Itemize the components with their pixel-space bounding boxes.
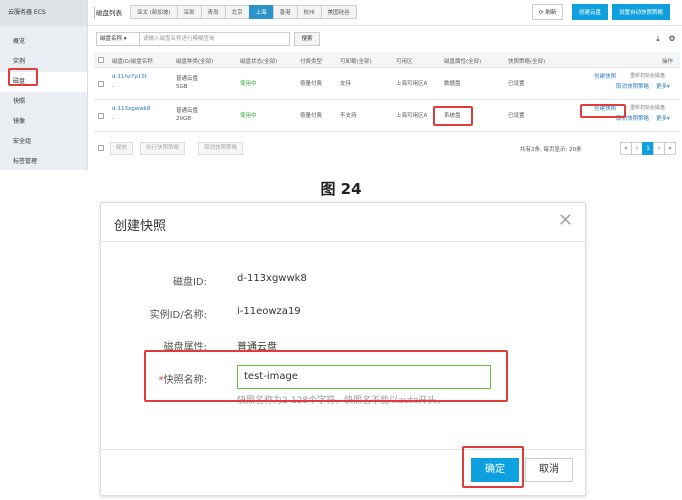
region-tabs: 亚太 (新加坡) 深圳 青岛 北京 上海 香港 杭州 美国硅谷 [130,5,357,19]
run-snapshot-policy-button[interactable]: 执行快照策略 [140,142,186,155]
search-button[interactable]: 搜索 [294,32,320,46]
cancel-button[interactable]: 取消 [525,458,573,482]
more-menu[interactable]: 更多▾ [656,114,670,122]
sidebar-item-security-groups[interactable]: 安全组 [0,132,87,152]
instance-id-value: i-11eowza19 [237,306,301,317]
table-header: 磁盘ID/磁盘名称 磁盘种类(全部) 磁盘状态(全部) 付费类型 可卸载(全部)… [94,52,680,68]
cancel-policy-link[interactable]: 取消快照策略 [616,82,649,90]
disk-size: 5GB [176,84,188,90]
detachable: 不支持 [340,113,357,119]
highlight-disks [8,68,38,86]
detachable: 支持 [340,81,352,87]
search-field-select[interactable]: 磁盘名称 ▾ [96,32,140,46]
more-menu[interactable]: 更多▾ [656,82,670,90]
figure-caption: 图 24 [320,180,362,198]
download-icon[interactable]: ⤓ [652,33,664,45]
create-snapshot-link[interactable]: 创建快照 [594,72,616,80]
create-disk-button[interactable]: 创建云盘 [572,4,609,20]
divider [94,7,95,19]
sidebar-item-snapshots[interactable]: 快照 [0,92,87,112]
table-footer: 释放 执行快照策略 取消快照策略 共有2条, 每页显示: 20条 « ‹ 1 ›… [94,140,680,158]
snapshot-policy: 已设置 [508,81,525,87]
tab-region[interactable]: 美国硅谷 [320,5,357,19]
disk-table: 磁盘ID/磁盘名称 磁盘种类(全部) 磁盘状态(全部) 付费类型 可卸载(全部)… [94,52,680,132]
disk-attribute: 数据盘 [444,81,461,87]
col-header: 付费类型 [300,59,323,65]
dialog-title: 创建快照 [114,219,167,234]
disk-id-link[interactable]: d-113xgwwk8 [112,106,150,112]
cancel-snapshot-policy-button[interactable]: 取消快照策略 [198,142,244,155]
topbar: 磁盘列表 亚太 (新加坡) 深圳 青岛 北京 上海 香港 杭州 美国硅谷 ⟳ 刷… [88,0,682,26]
billing-type: 按量付费 [300,113,323,119]
col-header[interactable]: 磁盘状态(全部) [240,57,277,65]
release-button[interactable]: 释放 [110,142,134,155]
pagination-summary: 共有2条, 每页显示: 20条 [520,147,582,153]
tab-region[interactable]: 北京 [224,5,250,19]
snapshot-policy: 已设置 [508,113,525,119]
disk-kind: 普通云盘 [176,76,199,82]
col-header[interactable]: 可卸载(全部) [340,57,372,65]
console-screenshot: 云服务器 ECS 概览 实例 磁盘 快照 镜像 安全组 标签管理 磁盘列表 亚太… [0,0,682,170]
auto-snapshot-policy-button[interactable]: 设置自动快照策略 [612,4,671,20]
table-row: d-11hz7p15t - 普通云盘 5GB 使用中 按量付费 支持 上海可用区… [94,68,680,100]
tab-region[interactable]: 青岛 [200,5,226,19]
tab-region[interactable]: 深圳 [176,5,202,19]
status-badge: 使用中 [240,113,257,119]
instance-id-label: 实例ID/名称: [149,310,207,321]
col-header[interactable]: 磁盘种类(全部) [176,57,213,65]
zone: 上海可用区A [396,81,428,87]
highlight-confirm-button [462,446,524,488]
highlight-create-snapshot [580,104,626,118]
search-bar: 磁盘名称 ▾ 请输入磁盘名称进行模糊查询 搜索 ⤓ ⚙ [88,30,682,50]
col-header[interactable]: 快照策略(全部) [508,57,545,65]
tab-region[interactable]: 亚太 (新加坡) [130,5,178,19]
tab-region-active[interactable]: 上海 [248,5,274,19]
status-badge: 使用中 [240,81,257,87]
zone: 上海可用区A [396,113,428,119]
disk-id-link[interactable]: d-11hz7p15t [112,74,147,80]
sidebar-title: 云服务器 ECS [0,0,87,26]
row-checkbox[interactable] [98,113,104,119]
chevron-down-icon: ▾ [123,36,127,42]
highlight-snapshot-name [144,350,508,402]
disk-size: 20GB [176,116,192,122]
close-icon[interactable]: ✕ [558,211,573,231]
gear-icon[interactable]: ⚙ [666,33,678,45]
disk-name: - [112,84,114,90]
disk-kind: 普通云盘 [176,108,199,114]
search-input[interactable]: 请输入磁盘名称进行模糊查询 [140,32,290,46]
select-all-checkbox[interactable] [98,57,104,63]
disk-name: - [112,116,114,122]
col-header: 磁盘ID/磁盘名称 [112,59,153,65]
disk-id-label: 磁盘ID: [172,277,207,288]
highlight-system-disk [433,106,473,126]
select-all-checkbox[interactable] [98,145,104,151]
tab-region[interactable]: 杭州 [296,5,322,19]
row-checkbox[interactable] [98,81,104,87]
disk-id-value: d-113xgwwk8 [237,273,307,284]
sidebar-item-images[interactable]: 镜像 [0,112,87,132]
sidebar-item-overview[interactable]: 概览 [0,32,87,52]
page-title: 磁盘列表 [96,9,122,17]
tab-region[interactable]: 香港 [272,5,298,19]
last-page-button[interactable]: » [664,142,676,155]
col-header: 可用区 [396,59,413,65]
billing-type: 按量付费 [300,81,323,87]
refresh-button[interactable]: ⟳ 刷新 [532,4,564,20]
col-header: 操作 [662,59,674,65]
chevron-down-icon: ▾ [667,84,670,90]
reinit-disk-link[interactable]: 重新初始化磁盘 [630,104,665,111]
chevron-down-icon: ▾ [667,116,670,122]
sidebar-item-tags[interactable]: 标签管理 [0,152,87,172]
col-header[interactable]: 磁盘属性(全部) [444,57,481,65]
reinit-disk-link[interactable]: 重新初始化磁盘 [630,72,665,79]
pagination: « ‹ 1 › » [620,142,676,155]
divider [101,241,587,242]
